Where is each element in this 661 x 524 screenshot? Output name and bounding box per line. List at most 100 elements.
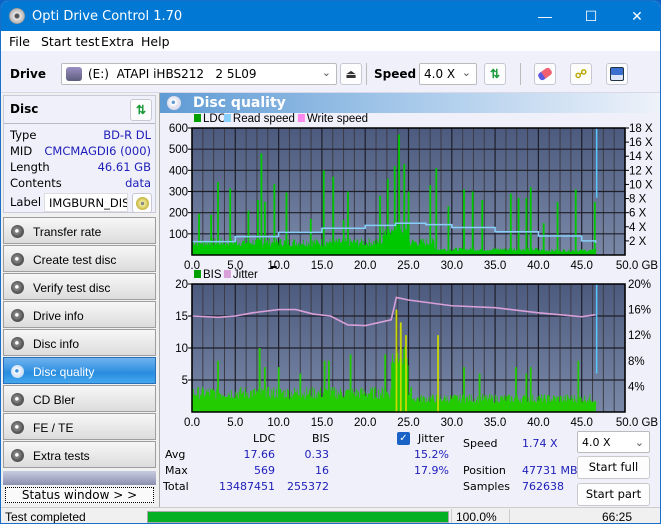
disc-icon <box>11 309 24 322</box>
y-tick-label: 400 <box>169 165 188 177</box>
nav-create-test-disc[interactable]: Create test disc <box>3 245 156 272</box>
nav-drive-info[interactable]: Drive info <box>3 301 156 328</box>
divider <box>509 509 510 523</box>
ldc-spike <box>260 153 263 255</box>
chevron-down-icon: ⌄ <box>321 67 331 79</box>
bis-spike <box>399 322 402 412</box>
refresh-icon: ⇅ <box>489 67 501 81</box>
y2-tick-label: 18 X <box>629 123 653 135</box>
ldc-spike <box>593 202 596 255</box>
x-tick-label: 35.0 <box>484 417 506 427</box>
nav-label: Verify test disc <box>33 281 111 295</box>
y2-tick-label: 12% <box>628 330 651 342</box>
nav-fe-te[interactable]: FE / TE <box>3 413 156 440</box>
divider <box>4 123 155 124</box>
jitter-checkbox[interactable]: ✓ <box>397 432 410 445</box>
menu-file[interactable]: File <box>9 34 30 49</box>
avg-ldc: 17.66 <box>243 448 276 461</box>
y2-tick-label: 4 X <box>629 222 647 234</box>
disc-icon <box>11 253 24 266</box>
total-label: Total <box>163 480 189 493</box>
window-title: Opti Drive Control 1.70 <box>32 9 183 24</box>
toolbar-separator <box>366 63 367 85</box>
bis-spike <box>395 309 398 412</box>
disc-label-input[interactable]: IMGBURN_DIS <box>44 193 128 212</box>
disc-key: Contents <box>10 176 62 190</box>
test-speed-select[interactable]: 4.0 X ⌄ <box>577 431 650 453</box>
x-tick-label: 20.0 <box>354 417 376 427</box>
drive-value: (E:) ATAPI iHBS212 2 5L09 <box>88 67 257 81</box>
avg-label: Avg <box>165 448 186 461</box>
x-tick-label: 25.0 <box>397 260 419 272</box>
x-tick-label: 30.0 <box>441 417 463 427</box>
x-tick-label: 50.0 GB <box>616 417 659 427</box>
disc-icon <box>136 197 149 210</box>
menu-extra[interactable]: Extra <box>101 34 134 49</box>
nav-label: Disc quality <box>33 365 95 379</box>
disc-refresh-button[interactable]: ⇅ <box>130 99 152 121</box>
menu-start-test[interactable]: Start test <box>41 34 100 49</box>
ldc-spike <box>393 166 396 255</box>
y2-tick-label: 4% <box>628 381 645 393</box>
ldc-spike <box>322 170 325 255</box>
refresh-button[interactable]: ⇅ <box>484 63 506 85</box>
disc-key: MID <box>10 144 33 158</box>
ldc-spike <box>210 214 213 255</box>
progress-bar <box>147 511 449 523</box>
close-button[interactable]: ✕ <box>614 1 660 31</box>
drive-select[interactable]: (E:) ATAPI iHBS212 2 5L09 ⌄ <box>61 63 337 85</box>
disc-icon <box>11 281 24 294</box>
maximize-button[interactable]: ☐ <box>568 1 614 31</box>
x-tick-label: 15.0 <box>311 417 333 427</box>
nav-disc-info[interactable]: Disc info <box>3 329 156 356</box>
nav-disc-quality[interactable]: Disc quality <box>3 357 156 384</box>
nav-label: Drive info <box>33 309 84 323</box>
disc-info-panel: Disc ⇅ Type BD-R DL MID CMCMAGDI6 (000) … <box>3 95 156 213</box>
disc-label-button[interactable] <box>132 193 152 213</box>
eject-button[interactable]: ⏏ <box>340 63 362 85</box>
start-full-button[interactable]: Start full <box>577 456 650 479</box>
erase-button[interactable] <box>534 63 556 85</box>
ldc-spike <box>285 192 288 255</box>
progress-fill <box>148 512 448 522</box>
max-jitter: 17.9% <box>414 464 449 477</box>
save-button[interactable] <box>606 63 628 85</box>
speed-select[interactable]: 4.0 X ⌄ <box>419 63 477 85</box>
y2-tick-label: 16 X <box>629 137 653 149</box>
progress-percent: 100.0% <box>456 510 497 524</box>
burn-button[interactable]: ☍ <box>570 63 592 85</box>
y2-tick-label: 16% <box>628 305 651 317</box>
y-tick-label: 200 <box>169 208 188 220</box>
ldc-spike <box>447 206 450 255</box>
ldc-spike <box>556 202 559 255</box>
ldc-spike <box>398 134 400 255</box>
y-tick-label: 500 <box>169 144 188 156</box>
status-text: Test completed <box>5 510 86 524</box>
ldc-chart: LDC Read speed Write speed 100 200 300 400 500 6… <box>169 113 659 272</box>
disc-quality-panel: Disc quality LDC Read speed Write speed 100… <box>159 93 660 507</box>
ldc-spike <box>198 213 200 255</box>
nav-label: FE / TE <box>33 421 74 435</box>
ldc-spike <box>529 187 532 255</box>
legend-swatch <box>194 270 201 278</box>
chevron-down-icon: ⌄ <box>461 67 471 79</box>
start-part-button[interactable]: Start part <box>577 483 650 506</box>
minimize-button[interactable]: — <box>522 1 568 31</box>
bis-spike <box>478 373 481 412</box>
ldc-spike <box>347 191 349 255</box>
menu-help[interactable]: Help <box>141 34 170 49</box>
nav-transfer-rate[interactable]: Transfer rate <box>3 217 156 244</box>
nav-cd-bler[interactable]: CD Bler <box>3 385 156 412</box>
avg-jitter: 15.2% <box>414 448 449 461</box>
disc-value: data <box>125 176 151 190</box>
y2-tick-label: 6 X <box>629 208 647 220</box>
nav-verify-test-disc[interactable]: Verify test disc <box>3 273 156 300</box>
ldc-spike <box>257 199 259 255</box>
speed-readout: 1.74 X <box>522 437 558 450</box>
status-window-button[interactable]: Status window > > <box>5 487 154 503</box>
nav-extra-tests[interactable]: Extra tests <box>3 441 156 468</box>
nav-label: Disc info <box>33 337 80 351</box>
bis-spike <box>384 354 387 412</box>
speed-label: Speed <box>374 67 417 81</box>
ldc-spike <box>229 188 232 255</box>
